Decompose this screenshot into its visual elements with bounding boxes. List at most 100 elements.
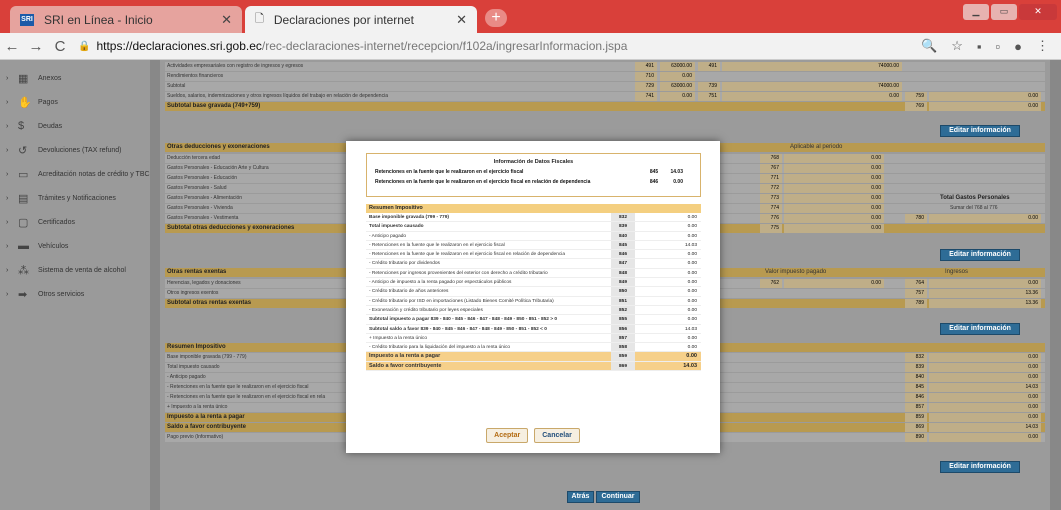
summary-row: + Impuesto a la renta único 857 0.00: [366, 333, 701, 344]
address-bar: ← → C 🔒 https://declaraciones.sri.gob.ec…: [0, 33, 1061, 60]
sidebar-item-acreditacion[interactable]: › ▭ Acreditación notas de crédito y TBC: [0, 162, 150, 186]
cancel-button[interactable]: Cancelar: [534, 428, 580, 443]
handshake-icon: ✋: [18, 96, 32, 109]
sidebar-item-tramites[interactable]: › ▤ Trámites y Notificaciones: [0, 186, 150, 210]
sidebar-item-deudas[interactable]: › $ Deudas: [0, 114, 150, 138]
row-value: 0.00: [660, 72, 695, 81]
window-controls: ▁ ▭ ✕: [963, 4, 1057, 20]
row-label: Impuesto a la renta a pagar: [167, 414, 245, 420]
summary-code: 852: [611, 305, 635, 315]
row-value: 63000.00: [660, 82, 695, 91]
summary-code: 847: [611, 259, 635, 268]
summary-code: 850: [611, 287, 635, 296]
summary-value-field[interactable]: 0.00: [635, 315, 701, 324]
continue-button[interactable]: Continuar: [596, 491, 640, 503]
row-code: 845: [905, 383, 927, 392]
extension-icon[interactable]: ▪: [977, 39, 982, 54]
row-code: 741: [635, 92, 657, 101]
summary-label: - Exoneración y crédito tributario por l…: [366, 305, 611, 315]
menu-icon[interactable]: ⋮: [1036, 38, 1049, 54]
edit-info-button[interactable]: Editar información: [940, 323, 1020, 335]
sidebar-item-pagos[interactable]: › ✋ Pagos: [0, 90, 150, 114]
summary-row: - Retenciones en la fuente que le realiz…: [366, 250, 701, 260]
sidebar-item-label: Acreditación notas de crédito y TBC: [38, 170, 150, 178]
maximize-button[interactable]: ▭: [991, 4, 1017, 20]
url-field[interactable]: https://declaraciones.sri.gob.ec/rec-dec…: [96, 39, 921, 53]
sidebar-item-anexos[interactable]: › ▦ Anexos: [0, 66, 150, 90]
tab-sri-inicio[interactable]: SRI SRI en Línea - Inicio ✕: [10, 6, 242, 33]
reload-icon[interactable]: C: [48, 38, 72, 55]
back-button[interactable]: Atrás: [567, 491, 594, 503]
summary-label: Saldo a favor contribuyente: [366, 361, 611, 371]
page-icon: 🗋: [255, 13, 264, 25]
summary-row: Subtotal impuesto a pagar 839 - 840 - 84…: [366, 315, 701, 325]
sidebar-item-certificados[interactable]: › ▢ Certificados: [0, 210, 150, 234]
new-tab-button[interactable]: +: [485, 9, 507, 27]
zoom-icon[interactable]: 🔍: [921, 38, 937, 54]
row-code: 764: [905, 279, 927, 288]
summary-row: Base imponible gravada (799 - 779) 832 0.0…: [366, 213, 701, 223]
summary-value-field[interactable]: 0.00: [635, 352, 701, 361]
accept-button[interactable]: Aceptar: [486, 428, 529, 443]
row-label: Rendimientos financieros: [167, 73, 224, 79]
row-value: 0.00: [929, 353, 1041, 362]
row-label: Actividades empresariales con registro d…: [167, 63, 304, 69]
back-arrow-icon[interactable]: ←: [0, 38, 24, 55]
row-label: Otros ingresos exentos: [167, 290, 219, 296]
row-value: 0.00: [929, 102, 1041, 111]
extension-icon[interactable]: ▫: [996, 39, 1001, 54]
row-code: 789: [905, 299, 927, 308]
column-header: Ingresos: [945, 269, 969, 275]
fiscal-summary-dialog: Información de Datos Fiscales Retencione…: [346, 141, 720, 453]
summary-row: Total impuesto causado 839 0.00: [366, 222, 701, 232]
summary-value-field[interactable]: 14.03: [635, 240, 701, 250]
row-code: 776: [760, 214, 782, 223]
tab-declaraciones[interactable]: 🗋 Declaraciones por internet ✕: [245, 6, 477, 33]
summary-label: Subtotal saldo a favor 839 - 840 - 845 -…: [366, 324, 611, 333]
summary-value-field[interactable]: 0.00: [635, 222, 701, 231]
forward-arrow-icon[interactable]: →: [24, 38, 48, 55]
sidebar-item-alcohol[interactable]: › ⁂ Sistema de venta de alcohol: [0, 258, 150, 282]
row-code: 769: [905, 102, 927, 111]
summary-label: - Crédito tributario de años anteriores: [366, 287, 611, 296]
account-icon[interactable]: ●: [1014, 39, 1022, 54]
row-code: 869: [905, 423, 927, 432]
row-label: Subtotal otras deducciones y exoneracion…: [167, 225, 295, 231]
edit-info-button[interactable]: Editar información: [940, 461, 1020, 473]
summary-value-field[interactable]: 0.00: [635, 296, 701, 305]
row-value: 0.00: [784, 224, 884, 233]
summary-value-field[interactable]: 0.00: [635, 213, 701, 222]
edit-info-button[interactable]: Editar información: [940, 125, 1020, 137]
summary-value-field[interactable]: 0.00: [635, 231, 701, 240]
summary-value-field[interactable]: 0.00: [635, 278, 701, 287]
minimize-button[interactable]: ▁: [963, 4, 989, 20]
sidebar-item-label: Otros servicios: [38, 290, 85, 298]
url-path: /rec-declaraciones-internet/recepcion/f1…: [261, 39, 628, 53]
summary-value-field[interactable]: 0.00: [635, 305, 701, 315]
summary-value-field[interactable]: 0.00: [635, 268, 701, 278]
row-code: 491: [698, 62, 720, 71]
row-value: 0.00: [929, 433, 1041, 442]
sidebar-item-devoluciones[interactable]: › ↺ Devoluciones (TAX refund): [0, 138, 150, 162]
star-icon[interactable]: ☆: [951, 38, 963, 54]
edit-info-button[interactable]: Editar información: [940, 249, 1020, 261]
sidebar-item-otros[interactable]: › ➡ Otros servicios: [0, 282, 150, 306]
close-window-button[interactable]: ✕: [1019, 4, 1057, 20]
row-code: 839: [905, 363, 927, 372]
close-tab-icon[interactable]: ✕: [221, 12, 232, 28]
summary-value-field[interactable]: 0.00: [635, 333, 701, 343]
browser-tab-strip: SRI SRI en Línea - Inicio ✕ 🗋 Declaracio…: [0, 0, 1061, 33]
sidebar-item-vehiculos[interactable]: › ▬ Vehículos: [0, 234, 150, 258]
summary-value-field[interactable]: 0.00: [635, 287, 701, 296]
summary-value-field[interactable]: 0.00: [635, 343, 701, 352]
row-code: 768: [760, 154, 782, 163]
sidebar-item-label: Devoluciones (TAX refund): [38, 146, 122, 154]
summary-value-field[interactable]: 14.03: [635, 361, 701, 371]
summary-code: 859: [611, 352, 635, 361]
summary-value-field[interactable]: 0.00: [635, 259, 701, 268]
summary-value-field[interactable]: 0.00: [635, 250, 701, 259]
row-value: 0.00: [929, 363, 1041, 372]
info-label: Retenciones en la fuente que le realizar…: [375, 169, 524, 175]
summary-value-field[interactable]: 14.03: [635, 324, 701, 333]
close-tab-icon[interactable]: ✕: [456, 12, 467, 28]
